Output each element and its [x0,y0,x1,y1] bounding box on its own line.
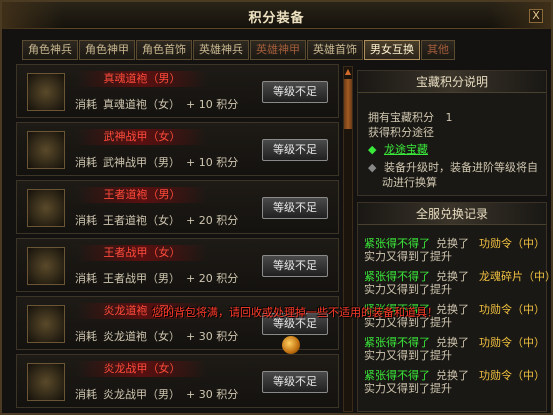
record-desc: 实力又得到了提升 [364,349,452,362]
record-item: 龙魂碎片（中） [479,270,553,283]
points-equipment-window: 积分装备 X 角色神兵 角色神甲 角色首饰 英雄神兵 英雄神甲 英雄首饰 男女互换 其他 真魂… [0,0,553,415]
record-item: 功勋令（中） [479,303,545,316]
note-text-1: 装备升级时，装备进阶等级将自 [383,161,538,174]
tab-bar: 角色神兵 角色神甲 角色首饰 英雄神兵 英雄神甲 英雄首饰 男女互换 其他 [22,40,455,60]
cost-amount: + 10 积分 [186,98,239,111]
tab-0[interactable]: 角色神兵 [22,40,78,60]
cost-label: 消耗 [75,272,97,285]
diamond-icon: ◆ [368,143,377,156]
item-list: 真魂道袍（男） 消耗 真魂道袍（女） + 10 积分 等级不足 武神战甲（女） 消耗 武神战甲… [16,64,339,414]
window-title: 积分装备 [248,11,305,26]
item-name: 王者道袍（男） [77,187,207,203]
record-desc: 实力又得到了提升 [364,382,452,395]
cost-label: 消耗 [75,98,97,111]
record-item: 功勋令（中） [479,336,545,349]
tab-4[interactable]: 英雄神甲 [250,40,306,60]
item-cost: 消耗 武神战甲（男） + 10 积分 [75,154,244,170]
cost-amount: + 20 积分 [186,214,239,227]
points-info-panel: 宝藏积分说明 拥有宝藏积分 1 获得积分途径 ◆ 龙途宝藏 ◆ 装备升级时，装备… [357,70,547,196]
armor-icon[interactable] [27,131,65,169]
cost-amount: + 30 积分 [186,330,239,343]
record-desc: 实力又得到了提升 [364,250,452,263]
scroll-up-icon[interactable]: ▲ [344,67,352,77]
cost-item: 炎龙道袍（女） [103,330,180,343]
level-insufficient-button[interactable]: 等级不足 [262,81,328,103]
cost-amount: + 20 积分 [186,272,239,285]
tab-2[interactable]: 角色首饰 [136,40,192,60]
cost-label: 消耗 [75,330,97,343]
item-cost: 消耗 炎龙战甲（男） + 30 积分 [75,386,244,402]
item-row: 武神战甲（女） 消耗 武神战甲（男） + 10 积分 等级不足 [16,122,339,176]
cost-amount: + 30 积分 [186,388,239,401]
points-owned-label: 拥有宝藏积分 [368,111,434,124]
record-item: 功勋令（中） [479,369,545,382]
tab-3[interactable]: 英雄神兵 [193,40,249,60]
bag-icon[interactable] [282,336,300,354]
armor-icon[interactable] [27,363,65,401]
points-obtain-label: 获得积分途径 [368,126,434,139]
cost-item: 炎龙战甲（男） [103,388,180,401]
item-name: 王者战甲（女） [77,245,207,261]
item-cost: 消耗 王者道袍（女） + 20 积分 [75,212,244,228]
bullet-icon: ◆ [368,161,377,174]
cost-label: 消耗 [75,156,97,169]
close-button[interactable]: X [529,9,543,23]
record-desc: 实力又得到了提升 [364,283,452,296]
note-line-2: 动进行换算 [382,176,437,189]
item-cost: 消耗 真魂道袍（女） + 10 积分 [75,96,244,112]
cost-label: 消耗 [75,388,97,401]
cost-amount: + 10 积分 [186,156,239,169]
item-row: 炎龙战甲（女） 消耗 炎龙战甲（男） + 30 积分 等级不足 [16,354,339,408]
item-row: 真魂道袍（男） 消耗 真魂道袍（女） + 10 积分 等级不足 [16,64,339,118]
note-line-1: ◆ 装备升级时，装备进阶等级将自 [368,159,538,175]
item-name: 炎龙战甲（女） [77,361,207,377]
item-cost: 消耗 炎龙道袍（女） + 30 积分 [75,328,244,344]
scroll-thumb[interactable] [344,79,352,129]
tab-6[interactable]: 男女互换 [364,40,420,60]
robe-icon[interactable] [27,189,65,227]
item-row: 王者道袍（男） 消耗 王者道袍（女） + 20 积分 等级不足 [16,180,339,234]
points-info-title: 宝藏积分说明 [358,71,546,93]
cost-item: 王者战甲（男） [103,272,180,285]
item-name: 真魂道袍（男） [77,71,207,87]
points-owned-value: 1 [445,111,453,124]
robe-icon[interactable] [27,305,65,343]
exchange-records-title: 全服兑换记录 [358,203,546,225]
treasure-link[interactable]: ◆ 龙途宝藏 [368,141,428,157]
level-insufficient-button[interactable]: 等级不足 [262,139,328,161]
tab-5[interactable]: 英雄首饰 [307,40,363,60]
points-owned-line: 拥有宝藏积分 1 [368,109,453,125]
armor-icon[interactable] [27,247,65,285]
tab-1[interactable]: 角色神甲 [79,40,135,60]
title-bar[interactable]: 积分装备 X [2,2,551,29]
tab-7[interactable]: 其他 [421,40,455,60]
record-item: 功勋令（中） [479,237,545,250]
level-insufficient-button[interactable]: 等级不足 [262,255,328,277]
bag-full-warning: 您的背包将满，请回收或处理掉一些不适用的装备和道具！ [152,306,438,319]
cost-item: 真魂道袍（女） [103,98,180,111]
scrollbar[interactable]: ▲ [343,66,353,412]
cost-item: 武神战甲（男） [103,156,180,169]
item-cost: 消耗 王者战甲（男） + 20 积分 [75,270,244,286]
cost-item: 王者道袍（女） [103,214,180,227]
item-row: 王者战甲（女） 消耗 王者战甲（男） + 20 积分 等级不足 [16,238,339,292]
level-insufficient-button[interactable]: 等级不足 [262,197,328,219]
treasure-link-label: 龙途宝藏 [383,143,428,156]
level-insufficient-button[interactable]: 等级不足 [262,371,328,393]
robe-icon[interactable] [27,73,65,111]
cost-label: 消耗 [75,214,97,227]
item-name: 武神战甲（女） [77,129,207,145]
